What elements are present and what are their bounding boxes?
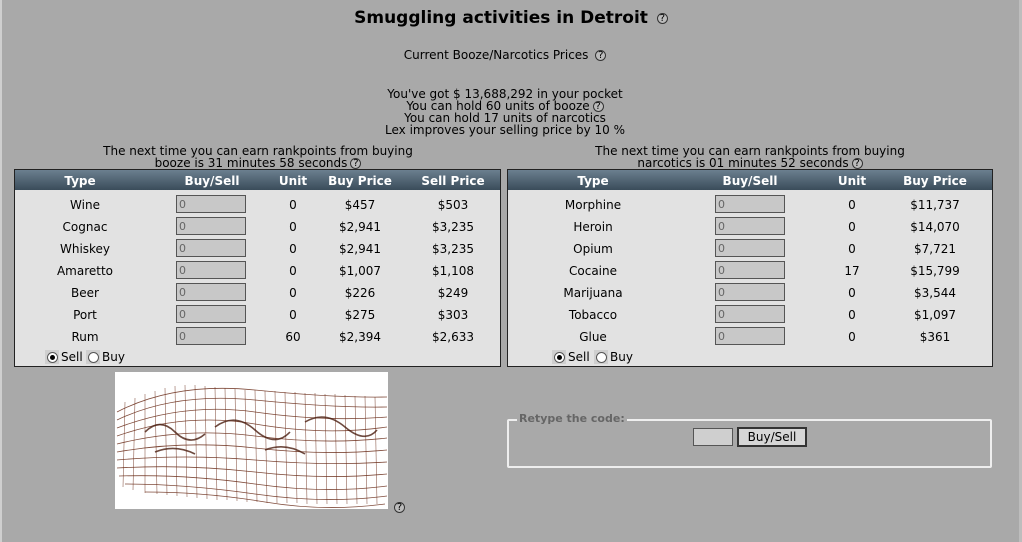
- table-row: Port 0 $275 $303: [15, 304, 500, 326]
- table-row: Wine 0 $457 $503: [15, 194, 500, 216]
- narcotics-panel: Type Buy/Sell Unit Buy Price Morphine 0 …: [507, 169, 993, 367]
- help-icon-narcotics-timer[interactable]: ?: [851, 158, 863, 169]
- captcha-help: ?: [391, 497, 405, 516]
- booze-quantity-input[interactable]: [176, 261, 246, 279]
- table-row: Marijuana 0 $3,544: [508, 282, 992, 304]
- table-row: Morphine 0 $11,737: [508, 194, 992, 216]
- radio-icon: [86, 350, 100, 364]
- table-row: Beer 0 $226 $249: [15, 282, 500, 304]
- booze-mode-selector: Sell Buy: [15, 348, 500, 368]
- narcotics-rankpoints-timer: The next time you can earn rankpoints fr…: [595, 144, 905, 170]
- booze-sell-radio[interactable]: Sell: [45, 350, 83, 364]
- table-row: Rum 60 $2,394 $2,633: [15, 326, 500, 348]
- help-icon-captcha[interactable]: ?: [394, 502, 405, 513]
- table-row: Tobacco 0 $1,097: [508, 304, 992, 326]
- booze-buy-radio[interactable]: Buy: [86, 350, 125, 364]
- narcotics-buy-radio[interactable]: Buy: [594, 350, 633, 364]
- narcotics-quantity-input[interactable]: [715, 305, 785, 323]
- narcotics-quantity-input[interactable]: [715, 327, 785, 345]
- booze-header: Type Buy/Sell Unit Buy Price Sell Price: [15, 170, 500, 190]
- narcotics-sell-radio[interactable]: Sell: [552, 350, 590, 364]
- captcha-wireframe: [116, 384, 388, 508]
- narcotics-mode-selector: Sell Buy: [508, 348, 992, 368]
- booze-quantity-input[interactable]: [176, 305, 246, 323]
- narcotics-quantity-input[interactable]: [715, 239, 785, 257]
- window-frame-left: [0, 0, 2, 542]
- narcotics-quantity-input[interactable]: [715, 261, 785, 279]
- narcotics-quantity-input[interactable]: [715, 195, 785, 213]
- table-row: Heroin 0 $14,070: [508, 216, 992, 238]
- table-row: Cocaine 17 $15,799: [508, 260, 992, 282]
- booze-panel: Type Buy/Sell Unit Buy Price Sell Price …: [14, 169, 501, 367]
- table-row: Glue 0 $361: [508, 326, 992, 348]
- narcotics-quantity-input[interactable]: [715, 283, 785, 301]
- narcotics-quantity-input[interactable]: [715, 217, 785, 235]
- code-legend: Retype the code:: [517, 412, 627, 425]
- lex-bonus: Lex improves your selling price by 10 %: [385, 123, 625, 137]
- narcotics-header: Type Buy/Sell Unit Buy Price: [508, 170, 992, 190]
- booze-quantity-input[interactable]: [176, 327, 246, 345]
- page-title: Smuggling activities in Detroit ?: [0, 8, 1022, 28]
- help-icon-title[interactable]: ?: [656, 12, 668, 24]
- radio-selected-icon: [45, 350, 59, 364]
- buy-sell-button[interactable]: Buy/Sell: [737, 427, 807, 447]
- help-icon-prices[interactable]: ?: [595, 50, 607, 61]
- booze-quantity-input[interactable]: [176, 195, 246, 213]
- table-row: Amaretto 0 $1,007 $1,108: [15, 260, 500, 282]
- prices-subtitle: Current Booze/Narcotics Prices ?: [0, 48, 1010, 62]
- booze-rankpoints-timer: The next time you can earn rankpoints fr…: [103, 144, 413, 170]
- code-input[interactable]: [693, 428, 733, 446]
- help-icon-booze-timer[interactable]: ?: [350, 158, 362, 169]
- table-row: Cognac 0 $2,941 $3,235: [15, 216, 500, 238]
- code-fieldset: Retype the code: Buy/Sell: [507, 412, 992, 468]
- status-info: You've got $ 13,688,292 in your pocket Y…: [0, 88, 1010, 136]
- radio-selected-icon: [552, 350, 566, 364]
- booze-quantity-input[interactable]: [176, 283, 246, 301]
- radio-icon: [594, 350, 608, 364]
- table-row: Opium 0 $7,721: [508, 238, 992, 260]
- booze-quantity-input[interactable]: [176, 239, 246, 257]
- booze-quantity-input[interactable]: [176, 217, 246, 235]
- captcha-image: [115, 372, 388, 509]
- table-row: Whiskey 0 $2,941 $3,235: [15, 238, 500, 260]
